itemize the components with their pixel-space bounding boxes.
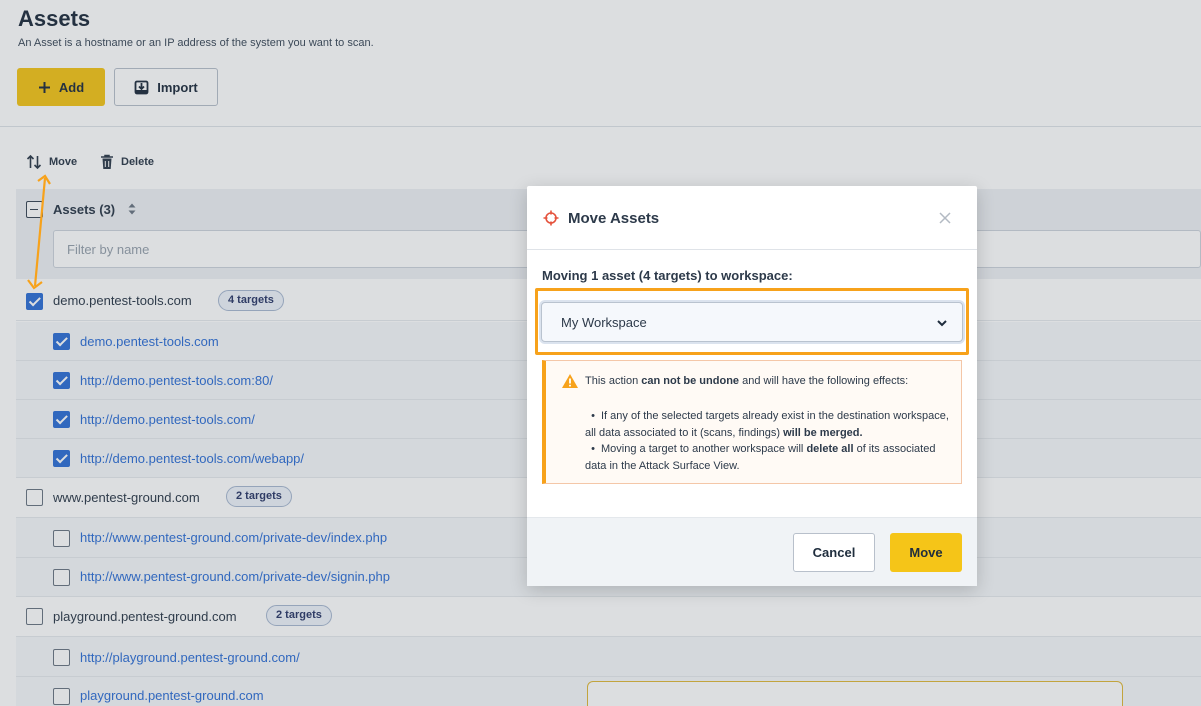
warning-box: This action can not be undone and will h… — [542, 360, 962, 484]
chevron-down-icon — [937, 320, 947, 327]
warning-item-merge: • If any of the selected targets already … — [585, 410, 949, 439]
cancel-button[interactable]: Cancel — [793, 533, 875, 572]
warning-icon — [562, 374, 578, 388]
workspace-select-value: My Workspace — [561, 314, 647, 330]
workspace-select[interactable]: My Workspace — [541, 302, 963, 342]
warning-intro: This action can not be undone and will h… — [585, 375, 909, 387]
crosshair-icon — [543, 210, 559, 226]
warning-item-delete: • Moving a target to another workspace wi… — [585, 443, 936, 472]
confirm-move-button[interactable]: Move — [890, 533, 962, 572]
modal-header: Move Assets — [527, 186, 977, 250]
move-assets-modal: Move Assets Moving 1 asset (4 targets) t… — [527, 186, 977, 586]
warning-list: • If any of the selected targets already … — [585, 408, 955, 474]
modal-footer: Cancel Move — [527, 517, 977, 586]
move-description: Moving 1 asset (4 targets) to workspace: — [542, 268, 793, 283]
modal-title: Move Assets — [568, 210, 660, 227]
close-icon[interactable] — [937, 210, 953, 226]
